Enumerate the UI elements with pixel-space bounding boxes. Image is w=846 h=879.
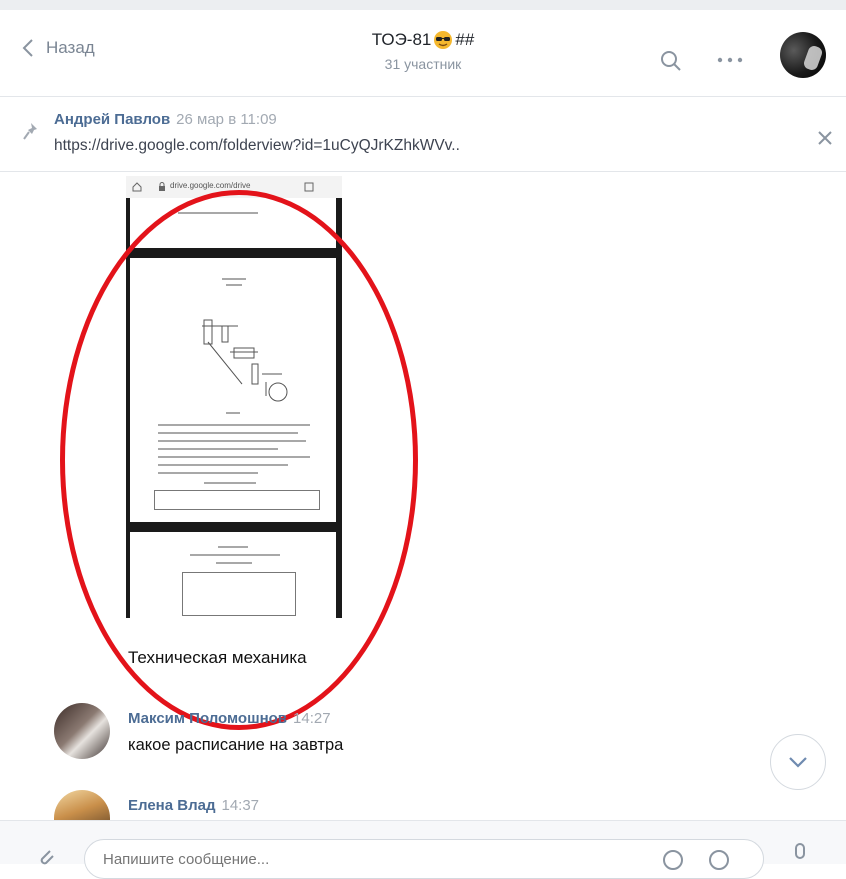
composer-bar [0,820,846,879]
pin-icon [23,123,37,140]
sticker-icon[interactable] [662,849,684,871]
message-author[interactable]: Елена Влад 14:37 [128,797,259,814]
chat-title-suffix: ## [455,30,475,49]
paperclip-icon[interactable] [36,847,56,867]
message-author-name: Елена Влад [128,797,216,814]
pinned-author: Андрей Павлов 26 мар в 11:09 [54,111,277,128]
microphone-icon[interactable] [792,843,808,867]
tabs-icon [304,182,314,192]
sunglasses-emoji-icon [434,31,453,49]
scroll-down-button[interactable] [770,734,826,790]
message-author[interactable]: Максим Поломошнов 14:27 [128,710,331,727]
message-text: какое расписание на завтра [128,736,344,754]
red-annotation-ellipse [60,190,418,730]
message-time: 14:37 [221,797,260,814]
lock-icon [159,182,165,191]
chat-avatar[interactable] [780,32,826,78]
pinned-author-name: Андрей Павлов [54,111,171,128]
chat-title: ТОЭ-81 [371,30,432,49]
home-icon [132,182,142,192]
chevron-down-icon [789,757,807,768]
avatar[interactable] [54,703,110,759]
pinned-link[interactable]: https://drive.google.com/folderview?id=1… [54,137,460,155]
more-icon[interactable] [716,56,744,64]
close-icon[interactable] [818,131,832,145]
pinned-message[interactable]: Андрей Павлов 26 мар в 11:09 https://driv… [0,97,846,172]
top-strip [0,0,846,10]
message-author-name: Максим Поломошнов [128,710,288,727]
pinned-time: 26 мар в 11:09 [176,111,277,128]
message-time: 14:27 [293,710,331,727]
photo-url-text: drive.google.com/drive [170,181,251,190]
search-icon[interactable] [660,50,682,72]
chat-header: Назад ТОЭ-81 ## 31 участник [0,10,846,97]
chat-title-area[interactable]: ТОЭ-81 ## 31 участник [0,30,846,72]
emoji-icon[interactable] [708,849,730,871]
